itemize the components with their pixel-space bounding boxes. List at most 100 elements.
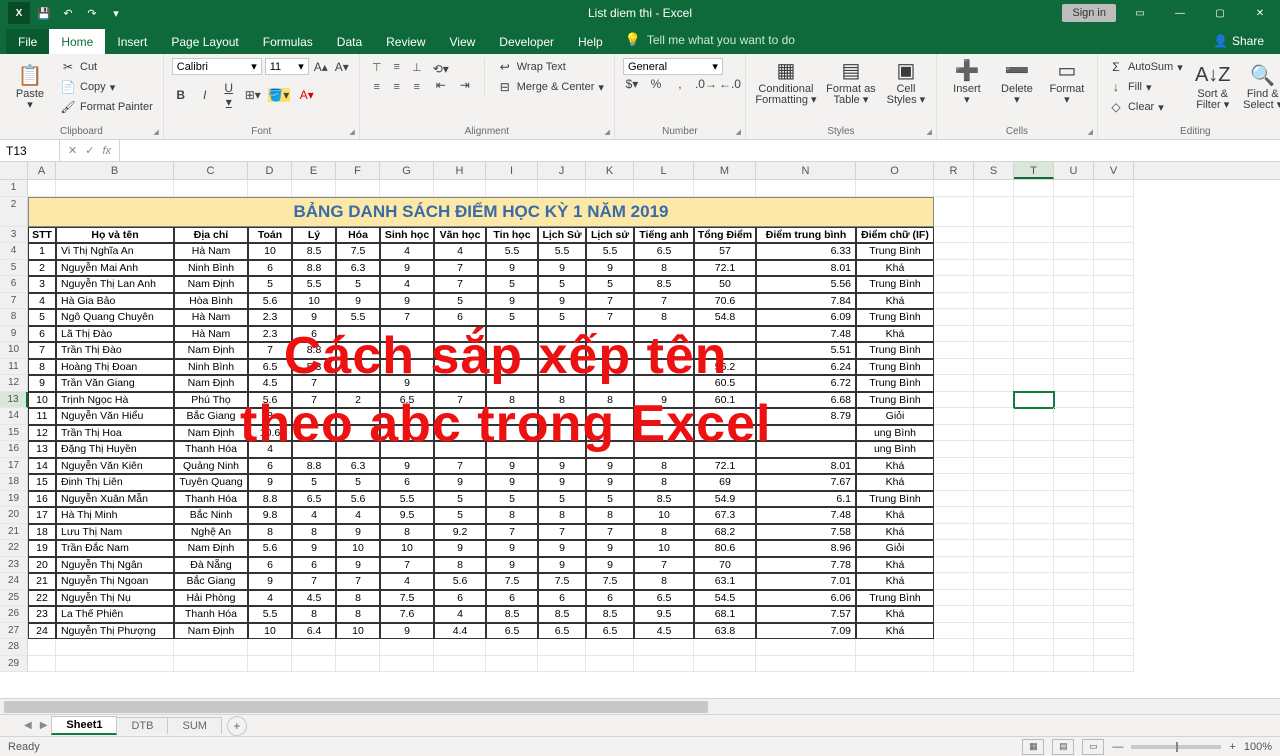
cell[interactable]: 9.8 [248, 507, 292, 524]
cell[interactable] [1014, 180, 1054, 197]
cell[interactable]: 4 [248, 441, 292, 458]
align-buttons[interactable]: ⊤≡⊥≡≡≡ [368, 58, 426, 96]
maximize-icon[interactable]: ▢ [1200, 0, 1240, 26]
cell[interactable] [336, 408, 380, 425]
cell[interactable]: 7 [336, 573, 380, 590]
cell[interactable]: 4 [380, 243, 434, 260]
cell[interactable] [486, 359, 538, 376]
cell[interactable] [974, 441, 1014, 458]
cell[interactable]: 8 [380, 524, 434, 541]
cell[interactable] [1054, 458, 1094, 475]
sort-filter-button[interactable]: A↓ZSort & Filter ▾ [1191, 58, 1235, 116]
cell[interactable] [1094, 524, 1134, 541]
format-cells-button[interactable]: ▭Format▾ [1045, 58, 1089, 106]
cell[interactable]: ung Bình [856, 425, 934, 442]
cell[interactable] [1094, 342, 1134, 359]
cell[interactable] [634, 408, 694, 425]
cell[interactable] [1014, 524, 1054, 541]
table-header[interactable]: Lịch sử [586, 227, 634, 244]
cell[interactable] [634, 425, 694, 442]
cell[interactable] [974, 180, 1014, 197]
cell[interactable] [1094, 326, 1134, 343]
cell[interactable]: Nguyễn Văn Hiểu [56, 408, 174, 425]
cell[interactable] [1014, 359, 1054, 376]
cell[interactable]: 7.5 [538, 573, 586, 590]
cell[interactable] [380, 441, 434, 458]
table-header[interactable]: Họ và tên [56, 227, 174, 244]
cell[interactable]: 5 [336, 474, 380, 491]
cell[interactable]: 5.6 [336, 491, 380, 508]
cell[interactable]: 8 [634, 474, 694, 491]
cell[interactable]: 4 [336, 507, 380, 524]
cell[interactable]: Bắc Ninh [174, 507, 248, 524]
cell[interactable]: 9 [486, 458, 538, 475]
font-name-combo[interactable]: Calibri▾ [172, 58, 262, 75]
cell[interactable] [336, 656, 380, 673]
cell[interactable] [974, 524, 1014, 541]
cell[interactable]: 10 [634, 507, 694, 524]
cell[interactable]: 8.5 [634, 276, 694, 293]
cell[interactable] [934, 197, 974, 227]
col-header-B[interactable]: B [56, 162, 174, 179]
cell[interactable] [1054, 557, 1094, 574]
cell[interactable] [934, 342, 974, 359]
cell[interactable]: 6.5 [586, 623, 634, 640]
cell[interactable]: Đặng Thị Huyền [56, 441, 174, 458]
row-header[interactable]: 12 [0, 375, 28, 392]
cell[interactable] [934, 606, 974, 623]
cell[interactable]: 69 [694, 474, 756, 491]
cell[interactable]: 7 [248, 342, 292, 359]
cell[interactable] [434, 425, 486, 442]
cell[interactable] [1014, 623, 1054, 640]
row-header[interactable]: 24 [0, 573, 28, 590]
cell[interactable] [434, 359, 486, 376]
cell[interactable]: 14 [28, 458, 56, 475]
cell[interactable]: 2 [336, 392, 380, 409]
cell[interactable] [1094, 276, 1134, 293]
indent-dec-icon[interactable]: ⇤ [432, 78, 450, 92]
cell[interactable] [486, 656, 538, 673]
cell[interactable] [174, 639, 248, 656]
cell[interactable]: 5.3 [292, 359, 336, 376]
currency-button[interactable]: $▾ [623, 77, 641, 91]
cell[interactable] [974, 458, 1014, 475]
cell[interactable] [974, 342, 1014, 359]
cell[interactable]: Đinh Thị Liên [56, 474, 174, 491]
cell[interactable]: 8 [586, 507, 634, 524]
col-header-L[interactable]: L [634, 162, 694, 179]
cell[interactable]: 8 [336, 606, 380, 623]
cell[interactable] [486, 639, 538, 656]
row-header[interactable]: 15 [0, 425, 28, 442]
cell[interactable]: Nam Định [174, 276, 248, 293]
cell[interactable] [1014, 408, 1054, 425]
cell[interactable] [538, 441, 586, 458]
cell[interactable]: 68.1 [694, 606, 756, 623]
cell[interactable] [934, 573, 974, 590]
cell[interactable] [974, 639, 1014, 656]
cell[interactable] [974, 197, 1014, 227]
cell[interactable]: 6.3 [336, 458, 380, 475]
cell[interactable] [1054, 441, 1094, 458]
cell[interactable]: 9 [538, 540, 586, 557]
row-header[interactable]: 28 [0, 639, 28, 656]
cell[interactable]: 7 [434, 276, 486, 293]
signin-button[interactable]: Sign in [1062, 4, 1116, 22]
cell[interactable] [1054, 507, 1094, 524]
col-header-I[interactable]: I [486, 162, 538, 179]
cell[interactable] [174, 180, 248, 197]
cell[interactable]: Trần Thị Hoa [56, 425, 174, 442]
cell[interactable] [292, 180, 336, 197]
fill-button[interactable]: ↓Fill ▾ [1106, 78, 1185, 96]
cell[interactable] [1094, 557, 1134, 574]
row-header[interactable]: 17 [0, 458, 28, 475]
close-icon[interactable]: ✕ [1240, 0, 1280, 26]
cell[interactable]: 7 [634, 557, 694, 574]
cell[interactable]: 8 [486, 392, 538, 409]
cell[interactable] [974, 392, 1014, 409]
cell[interactable]: 63.8 [694, 623, 756, 640]
cell[interactable] [756, 639, 856, 656]
formula-input[interactable] [120, 140, 1280, 161]
cell[interactable] [1094, 491, 1134, 508]
cell[interactable] [538, 425, 586, 442]
cell[interactable] [974, 425, 1014, 442]
